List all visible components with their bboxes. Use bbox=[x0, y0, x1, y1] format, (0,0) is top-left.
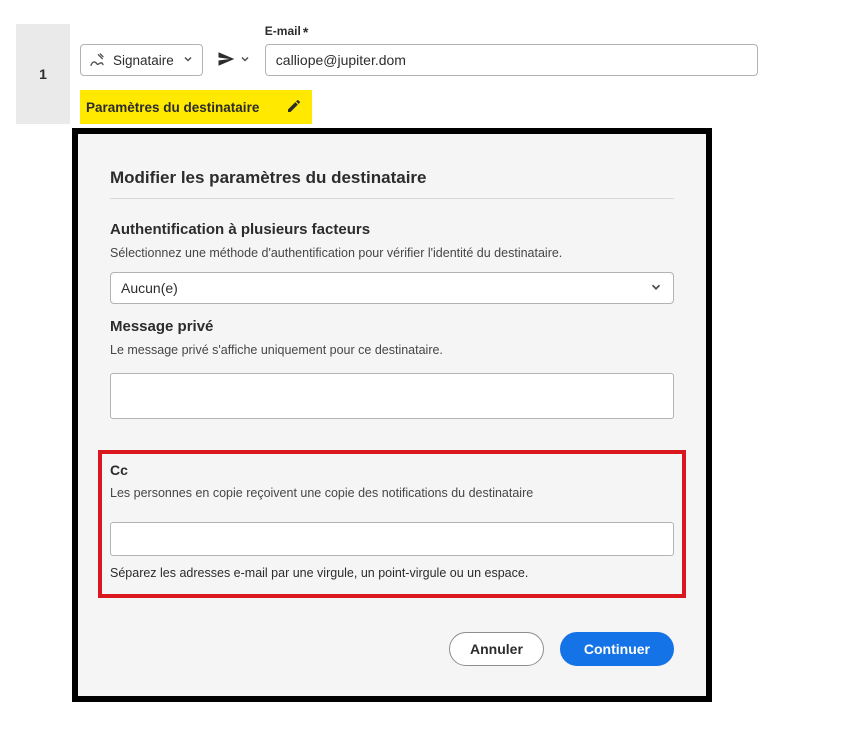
role-select[interactable]: Signataire bbox=[80, 44, 203, 76]
recipient-settings-dialog: Modifier les paramètres du destinataire … bbox=[72, 128, 712, 702]
role-label: Signataire bbox=[113, 53, 174, 68]
cancel-button[interactable]: Annuler bbox=[449, 632, 544, 666]
required-mark: * bbox=[303, 24, 308, 40]
cc-section: Cc Les personnes en copie reçoivent une … bbox=[98, 450, 686, 598]
recipient-settings-label: Paramètres du destinataire bbox=[86, 100, 276, 115]
chevron-down-icon bbox=[239, 52, 251, 68]
dialog-title: Modifier les paramètres du destinataire bbox=[110, 168, 674, 188]
email-label: E-mail* bbox=[265, 24, 758, 40]
auth-method-value: Aucun(e) bbox=[121, 280, 649, 296]
chevron-down-icon bbox=[649, 280, 663, 297]
recipient-index: 1 bbox=[16, 24, 70, 124]
continue-button[interactable]: Continuer bbox=[560, 632, 674, 666]
auth-desc: Sélectionnez une méthode d'authentificat… bbox=[110, 246, 674, 260]
private-message-desc: Le message privé s'affiche uniquement po… bbox=[110, 343, 674, 357]
cc-hint: Séparez les adresses e-mail par une virg… bbox=[110, 566, 674, 580]
cc-title: Cc bbox=[110, 462, 674, 478]
delivery-method-button[interactable] bbox=[213, 44, 255, 76]
chevron-down-icon bbox=[182, 52, 194, 68]
auth-title: Authentification à plusieurs facteurs bbox=[110, 221, 674, 238]
recipient-settings-link[interactable]: Paramètres du destinataire bbox=[80, 90, 312, 124]
signer-icon bbox=[89, 52, 105, 68]
private-message-input[interactable] bbox=[110, 373, 674, 419]
cc-desc: Les personnes en copie reçoivent une cop… bbox=[110, 486, 674, 500]
divider bbox=[110, 198, 674, 199]
private-message-title: Message privé bbox=[110, 318, 674, 335]
cc-input[interactable] bbox=[110, 522, 674, 556]
send-icon bbox=[217, 50, 235, 71]
edit-icon bbox=[286, 98, 302, 117]
email-field[interactable] bbox=[265, 44, 758, 76]
auth-method-select[interactable]: Aucun(e) bbox=[110, 272, 674, 304]
